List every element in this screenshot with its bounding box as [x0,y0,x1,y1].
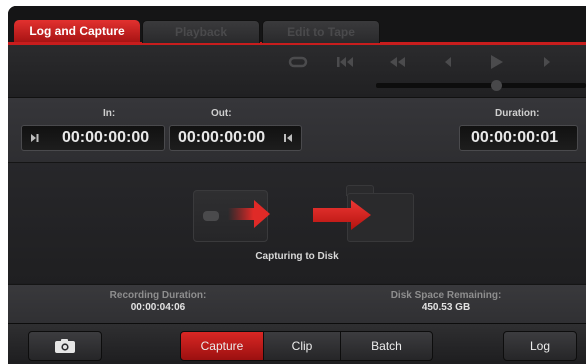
duration-timecode-field: 00:00:00:01 [459,125,578,151]
arrow-right-icon [313,200,371,230]
recording-duration-value: 00:00:04:06 [130,302,186,313]
arrow-right-icon [228,200,270,228]
transport-controls [8,45,586,98]
in-label: In: [103,108,116,119]
disk-space-value: 450.53 GB [421,302,471,313]
out-timecode-value: 00:00:00:00 [178,129,266,146]
tab-edit-to-tape[interactable]: Edit to Tape [262,20,380,43]
mark-in-icon[interactable] [22,126,46,150]
log-button[interactable]: Log [503,331,577,361]
bottom-toolbar: Capture Clip Batch Log [8,323,586,364]
clip-mode-button[interactable]: Clip [263,331,341,361]
jog-slider-handle[interactable] [491,80,502,91]
step-forward-icon[interactable] [535,54,559,74]
camera-icon [55,339,75,353]
step-back-icon[interactable] [436,54,460,74]
recording-duration-label: Recording Duration: [109,290,207,301]
disk-space-label: Disk Space Remaining: [390,290,502,301]
jog-slider-track[interactable] [376,83,586,88]
loop-icon[interactable] [286,54,310,74]
batch-mode-button[interactable]: Batch [340,331,433,361]
mark-out-icon[interactable] [276,126,300,150]
tab-bar: Log and Capture Playback Edit to Tape [8,6,586,45]
in-timecode-value: 00:00:00:00 [62,129,150,146]
tape-window [203,211,219,221]
play-icon[interactable] [484,54,508,74]
timecode-panel: In: Out: Duration: 00:00:00:00 00:00:00:… [8,98,586,163]
out-label: Out: [211,108,232,119]
duration-timecode-value: 00:00:00:01 [471,129,559,146]
snapshot-button[interactable] [28,331,102,361]
rewind-icon[interactable] [385,54,409,74]
in-timecode-field[interactable]: 00:00:00:00 [21,125,165,151]
capture-status-text: Capturing to Disk [255,251,339,262]
capture-mode-button[interactable]: Capture [180,331,264,361]
skip-back-icon[interactable] [333,54,357,74]
capture-window: Log and Capture Playback Edit to Tape In… [8,6,586,364]
capture-status-panel: Capturing to Disk [8,163,586,283]
duration-label: Duration: [495,108,540,119]
tab-playback[interactable]: Playback [142,20,260,43]
out-timecode-field[interactable]: 00:00:00:00 [169,125,302,151]
tab-log-and-capture[interactable]: Log and Capture [14,20,140,42]
capture-info-bar: Recording Duration: 00:00:04:06 Disk Spa… [8,284,586,323]
